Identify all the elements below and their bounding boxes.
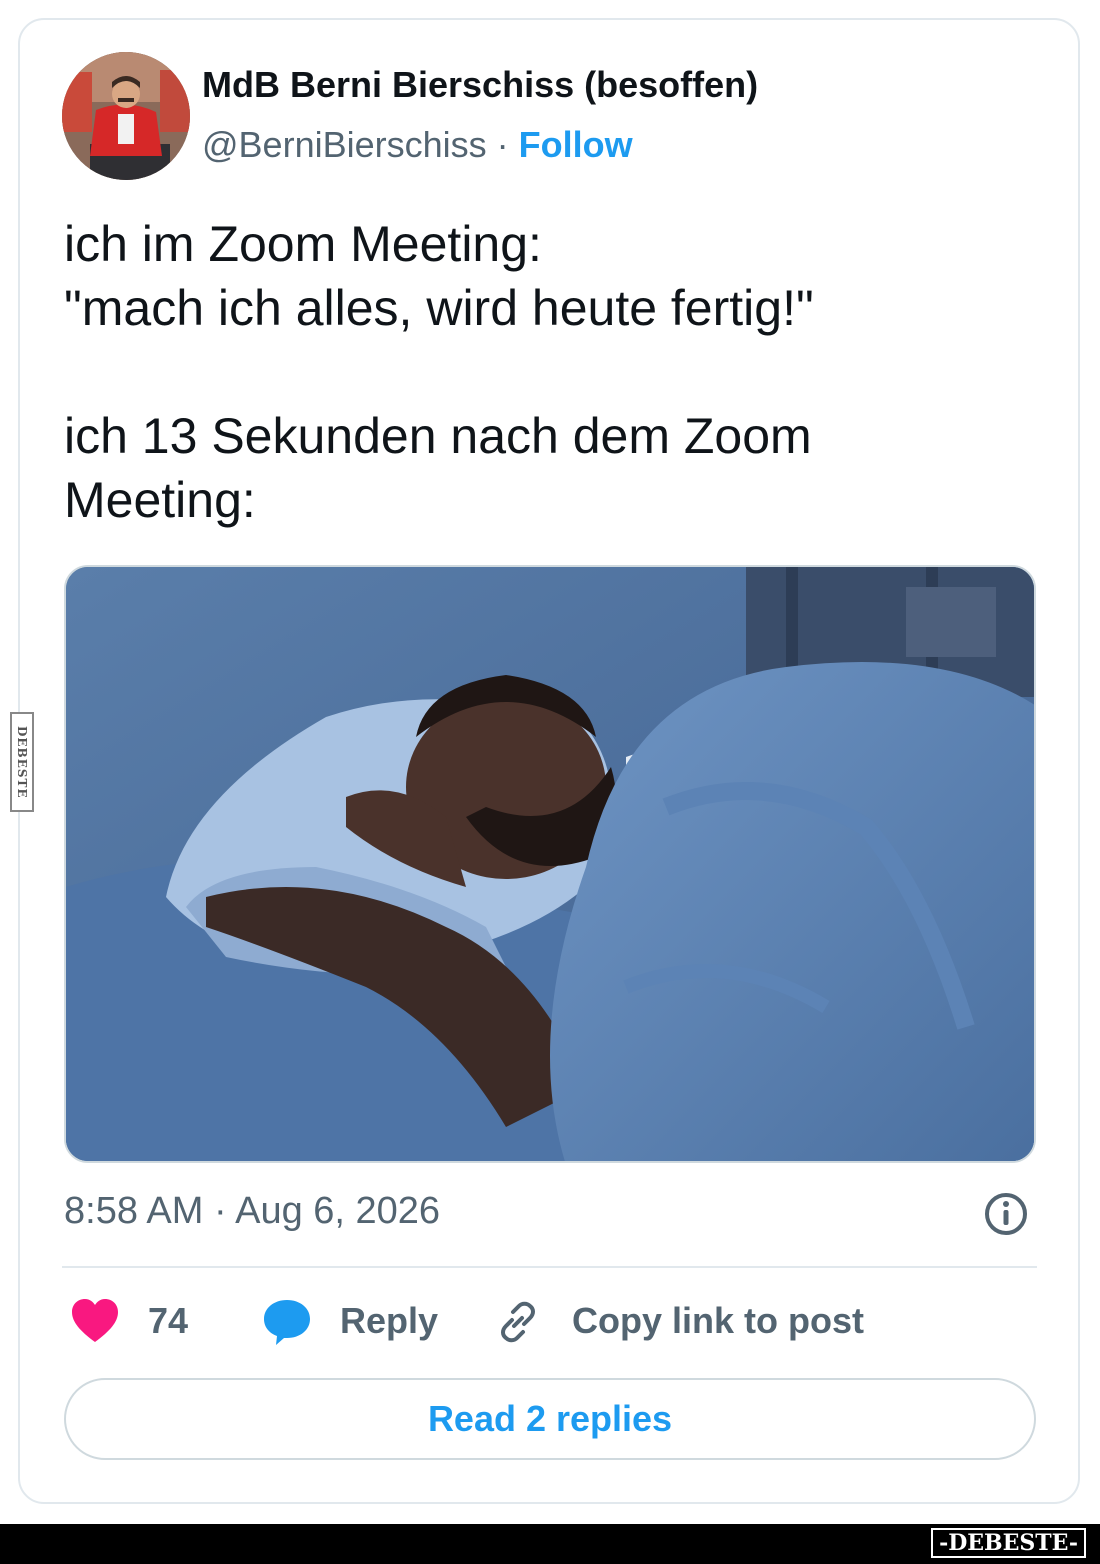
- tweet-text-line: "mach ich alles, wird heute fertig!": [64, 280, 814, 336]
- author-avatar[interactable]: [62, 52, 190, 180]
- read-replies-button[interactable]: Read 2 replies: [64, 1378, 1036, 1460]
- author-handle-row: @BerniBierschiss · Follow: [202, 124, 633, 166]
- tweet-text: ich im Zoom Meeting: "mach ich alles, wi…: [64, 212, 1044, 532]
- author-handle[interactable]: @BerniBierschiss: [202, 124, 487, 165]
- author-name[interactable]: MdB Berni Bierschiss (besoffen): [202, 64, 758, 106]
- speech-bubble-icon[interactable]: [262, 1298, 312, 1351]
- divider: [62, 1266, 1037, 1268]
- copy-link-button[interactable]: Copy link to post: [572, 1300, 864, 1342]
- tweet-text-line: Meeting:: [64, 472, 256, 528]
- tweet-timestamp[interactable]: 8:58 AM · Aug 6, 2026: [64, 1190, 440, 1233]
- footer-bar: -DEBESTE-: [0, 1524, 1100, 1564]
- like-count[interactable]: 74: [148, 1300, 188, 1342]
- side-watermark-text: DEBESTE: [15, 725, 29, 799]
- follow-button[interactable]: Follow: [519, 124, 633, 165]
- info-icon[interactable]: [982, 1190, 1030, 1238]
- reply-button[interactable]: Reply: [340, 1300, 438, 1342]
- side-watermark: DEBESTE: [10, 712, 34, 812]
- tweet-actions: 74 Reply Copy link to post: [0, 1290, 1100, 1350]
- tweet-text-line: ich im Zoom Meeting:: [64, 216, 542, 272]
- tweet-text-line: ich 13 Sekunden nach dem Zoom: [64, 408, 812, 464]
- footer-watermark: -DEBESTE-: [931, 1528, 1086, 1558]
- heart-icon[interactable]: [70, 1298, 120, 1349]
- link-icon[interactable]: [494, 1298, 542, 1351]
- handle-separator: ·: [486, 124, 519, 165]
- tweet-photo[interactable]: [64, 565, 1036, 1163]
